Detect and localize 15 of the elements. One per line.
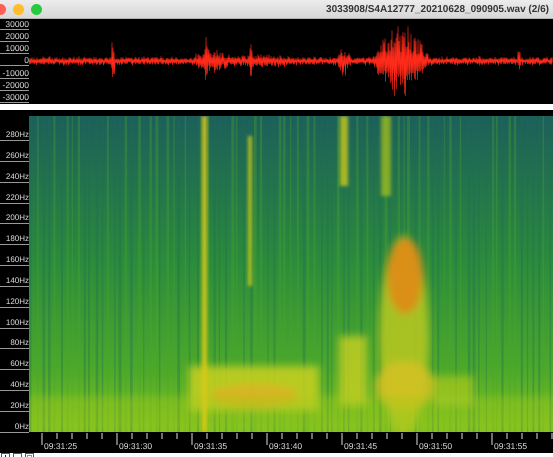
amplitude-label: 10000 <box>0 43 29 54</box>
time-label: 09:31:40 <box>269 441 302 451</box>
amplitude-label: 30000 <box>0 19 29 30</box>
window-title: 3033908/S4A12777_20210628_090905.wav (2/6) <box>326 4 549 14</box>
time-label: 09:31:25 <box>44 441 78 451</box>
amplitude-label: 0 <box>0 55 29 66</box>
amplitude-label: -30000 <box>0 92 29 103</box>
time-label: 09:31:45 <box>344 441 378 451</box>
time-label: 09:31:55 <box>494 441 528 451</box>
time-label: 09:31:35 <box>194 441 228 451</box>
time-label: 09:31:30 <box>119 441 152 451</box>
amplitude-label: -20000 <box>0 80 29 91</box>
time-label: 09:31:50 <box>419 441 452 451</box>
amplitude-label: 20000 <box>0 31 29 42</box>
amplitude-label: -10000 <box>0 68 29 79</box>
